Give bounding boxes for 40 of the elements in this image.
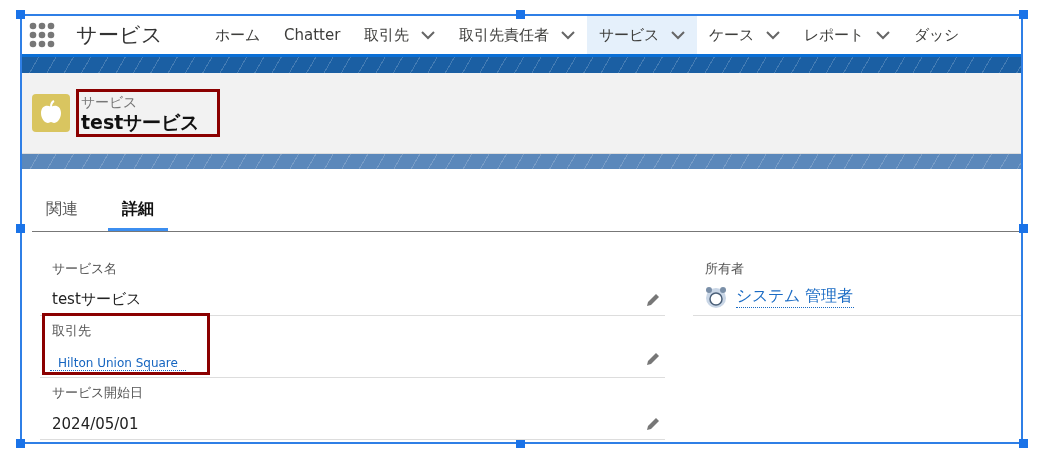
selection-handle[interactable] [1019, 224, 1028, 233]
field-value: testサービス [52, 290, 141, 309]
selection-handle[interactable] [1019, 10, 1028, 19]
account-link[interactable]: Hilton Union Square [50, 356, 186, 371]
field-value: 2024/05/01 [52, 415, 139, 433]
field-label: 取引先 [52, 322, 91, 340]
selection-handle[interactable] [16, 10, 25, 19]
app-name: サービス [75, 22, 164, 49]
record-title: testサービス [81, 110, 200, 134]
record-tab[interactable]: 関連 [32, 191, 92, 231]
selection-handle[interactable] [16, 439, 25, 448]
selection-handle[interactable] [16, 224, 25, 233]
nav-tab[interactable]: ホーム [203, 16, 272, 54]
chevron-down-icon [561, 30, 576, 40]
record-tab[interactable]: 詳細 [108, 191, 168, 231]
nav-tab[interactable]: レポート [792, 16, 903, 54]
field-label: 所有者 [705, 260, 745, 278]
owner-link[interactable]: システム 管理者 [736, 286, 854, 308]
nav-tab[interactable]: ダッシ [902, 16, 972, 54]
pencil-icon[interactable] [645, 291, 662, 308]
field-label: サービス名 [52, 260, 117, 278]
pencil-icon[interactable] [645, 416, 662, 432]
nav-tab[interactable]: 取引先責任者 [447, 16, 588, 54]
app-launcher-icon[interactable] [28, 22, 56, 48]
selection-handle[interactable] [516, 10, 525, 19]
chevron-down-icon [671, 30, 686, 40]
chevron-down-icon [876, 30, 891, 40]
nav-tab[interactable]: Chatter [272, 16, 353, 54]
selection-handle[interactable] [1019, 439, 1028, 448]
field-label: サービス開始日 [52, 384, 143, 402]
chevron-down-icon [766, 30, 781, 40]
nav-tab[interactable]: ケース [697, 16, 793, 54]
nav-tab[interactable]: 取引先 [352, 16, 448, 54]
user-avatar-icon [705, 285, 728, 309]
object-type: サービス [81, 94, 138, 110]
selection-handle[interactable] [516, 439, 525, 448]
chevron-down-icon [421, 30, 436, 40]
pencil-icon[interactable] [645, 350, 662, 367]
apple-icon [32, 94, 70, 132]
nav-tab[interactable]: サービス [587, 16, 698, 54]
